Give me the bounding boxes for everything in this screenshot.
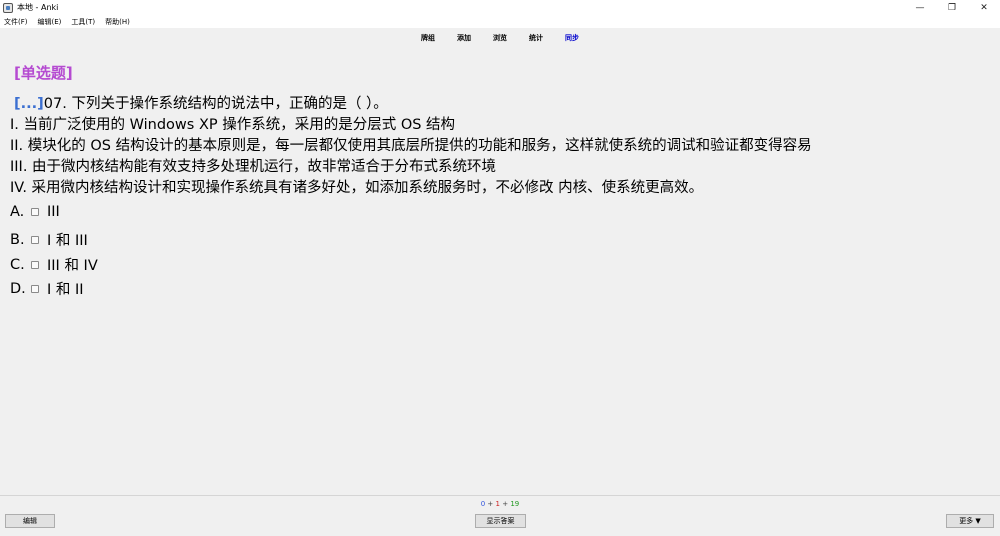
option-b-checkbox[interactable] [31, 235, 39, 244]
edit-button[interactable]: 编辑 [5, 514, 55, 528]
maximize-icon[interactable]: ❐ [936, 0, 968, 15]
menu-tools[interactable]: 工具(T) [71, 17, 95, 27]
review-count: 19 [510, 500, 520, 508]
count-separator: + [487, 500, 494, 508]
menu-help[interactable]: 帮助(H) [105, 17, 130, 27]
option-letter: D. [10, 280, 26, 297]
statement-1: I. 当前广泛使用的 Windows XP 操作系统，采用的是分层式 OS 结构 [10, 117, 456, 133]
statement-4: IV. 采用微内核结构设计和实现操作系统具有诸多好处，如添加系统服务时，不必修改… [10, 180, 704, 196]
window-controls: — ❐ ✕ [904, 0, 1000, 15]
toolbar-decks[interactable]: 牌组 [410, 33, 446, 43]
menu-edit[interactable]: 编辑(E) [38, 17, 62, 27]
menu-bar: 文件(F) 编辑(E) 工具(T) 帮助(H) [0, 15, 1000, 28]
window-title: 本地 - Anki [17, 3, 59, 12]
option-a-checkbox[interactable] [31, 208, 39, 216]
new-count: 0 [480, 500, 486, 508]
count-separator: + [502, 500, 509, 508]
statement-2: II. 模块化的 OS 结构设计的基本原则是，每一层都仅使用其底层所提供的功能和… [10, 138, 812, 154]
option-c-checkbox[interactable] [31, 260, 39, 269]
card-area: [单选题] [...]07. 下列关于操作系统结构的说法中，正确的是（ ）。 I… [0, 48, 1000, 495]
option-letter: A. [10, 204, 25, 220]
main-toolbar: 牌组 添加 浏览 统计 同步 [0, 28, 1000, 48]
toolbar-sync[interactable]: 同步 [554, 33, 590, 43]
menu-file[interactable]: 文件(F) [4, 17, 28, 27]
question-text: 07. 下列关于操作系统结构的说法中，正确的是（ ）。 [43, 96, 388, 112]
toolbar-browse[interactable]: 浏览 [482, 33, 518, 43]
option-b[interactable]: B. I 和 III [10, 229, 88, 250]
cloze-placeholder: [...] [14, 96, 44, 112]
toolbar-stats[interactable]: 统计 [518, 33, 554, 43]
option-d-checkbox[interactable] [31, 284, 39, 293]
option-text: I 和 III [47, 233, 88, 249]
question-title: [...]07. 下列关于操作系统结构的说法中，正确的是（ ）。 [14, 92, 388, 113]
option-c[interactable]: C. III 和 IV [10, 254, 98, 275]
learning-count: 1 [495, 500, 500, 508]
toolbar-add[interactable]: 添加 [446, 33, 482, 43]
close-icon[interactable]: ✕ [968, 0, 1000, 15]
option-d[interactable]: D. I 和 II [10, 278, 84, 299]
option-text: I 和 II [47, 282, 84, 298]
due-counts: 0 + 1 + 19 [0, 500, 1000, 508]
more-button[interactable]: 更多 ▼ [946, 514, 994, 528]
option-a[interactable]: A. III [10, 204, 60, 220]
option-text: III [47, 204, 60, 220]
minimize-icon[interactable]: — [904, 0, 936, 15]
statement-3: III. 由于微内核结构能有效支持多处理机运行，故非常适合于分布式系统环境 [10, 159, 497, 175]
title-bar: 本地 - Anki — ❐ ✕ [0, 0, 1000, 15]
option-letter: B. [10, 231, 25, 248]
bottom-bar: 0 + 1 + 19 编辑 显示答案 更多 ▼ [0, 495, 1000, 536]
question-type-label: [单选题] [14, 64, 73, 82]
option-letter: C. [10, 256, 25, 273]
option-text: III 和 IV [47, 258, 98, 274]
anki-app-icon [3, 2, 13, 13]
show-answer-button[interactable]: 显示答案 [475, 514, 526, 528]
